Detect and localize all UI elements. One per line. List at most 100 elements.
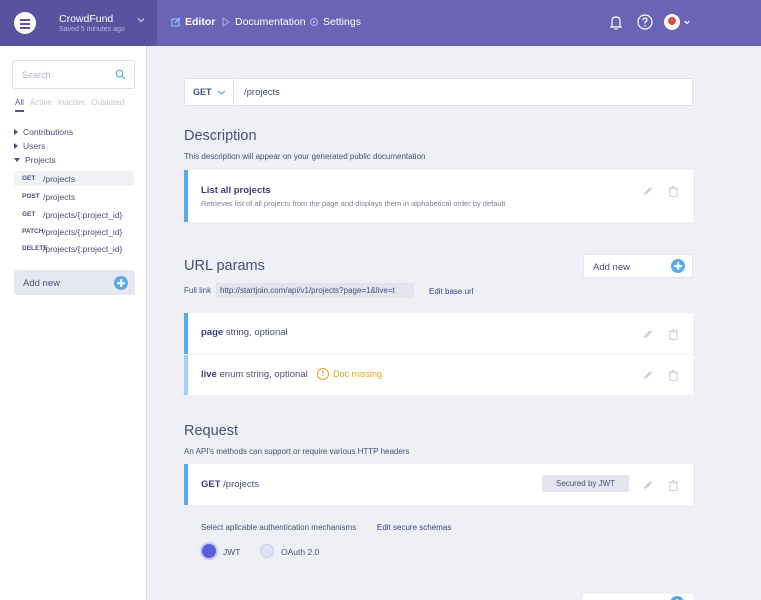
pencil-icon[interactable] [642,369,653,381]
accent-bar [184,313,188,354]
request-card[interactable]: GET /projects Secured by JWT [184,464,693,505]
add-new-label: Add new [23,278,60,289]
endpoint-path: /projects/{:project_id} [43,226,123,237]
endpoint-method: GET [22,211,36,218]
description-card[interactable]: List all projects Retrieves list of all … [184,170,693,222]
accent-bar [184,464,188,505]
description-text: Retrieves list of all projects from the … [201,199,506,208]
endpoint-method: GET [22,175,36,182]
trash-icon[interactable] [668,185,679,197]
project-name: CrowdFund [59,13,114,25]
search-input[interactable]: Search [12,60,135,89]
param-row-page[interactable]: page string, optional [201,327,288,338]
accent-bar [184,170,188,222]
endpoint-method: POST [22,193,40,200]
filter-outdated[interactable]: Outdated [91,98,124,112]
endpoint-item[interactable]: GET /projects/{:project_id} [14,207,134,222]
full-link-label: Full link [184,286,212,295]
nav-documentation[interactable]: Documentation [221,16,306,28]
url-params-card: page string, optional live enum string, … [184,313,693,395]
url-path-input[interactable]: /projects [244,87,280,98]
filter-active[interactable]: Active [30,98,52,112]
tree-item-label: Projects [25,155,56,165]
description-title: List all projects [201,185,271,196]
nav-documentation-label: Documentation [235,16,306,28]
url-params-heading: URL params [184,258,265,274]
sidebar: Search All Active Inactive Outdated Cont… [0,46,147,600]
edit-base-url-link[interactable]: Edit base url [429,287,473,296]
radio-jwt-label: JWT [223,547,241,557]
chevron-down-icon[interactable] [682,17,692,27]
chevron-down-icon[interactable] [135,14,147,26]
caret-right-icon [14,143,18,149]
editor-main: GET /projects Description This descripti… [148,46,761,600]
add-new-endpoint-button[interactable]: Add new [14,270,135,295]
plus-icon [114,276,128,290]
row-divider [184,354,693,355]
endpoint-item[interactable]: PATCH /projects/{:project_id} [14,224,134,239]
trash-icon[interactable] [668,479,679,491]
caret-right-icon [14,129,18,135]
gear-icon [309,17,319,27]
nav-editor-label: Editor [185,16,216,28]
secured-badge: Secured by JWT [542,475,629,492]
url-bar[interactable]: GET /projects [184,78,693,106]
play-icon [222,17,230,27]
endpoint-path: /projects [43,191,76,202]
edit-icon [171,17,181,27]
endpoint-path: /projects/{:project_id} [43,243,123,254]
description-subtitle: This description will appear on your gen… [184,152,426,161]
trash-icon[interactable] [668,369,679,381]
full-link-value[interactable]: http://startjoin.com/api/v1/projects?pag… [216,283,414,298]
endpoint-path: /projects/{:project_id} [43,209,123,220]
warning-text: Doc missing [333,369,383,379]
pencil-icon[interactable] [642,479,653,491]
add-new-label: Add new [593,262,630,273]
request-heading: Request [184,423,239,439]
radio-oauth-label: OAuth 2.0 [281,547,320,557]
caret-down-icon [14,158,20,162]
tree-item-projects[interactable]: Projects [14,155,56,165]
nav-settings[interactable]: Settings [309,16,361,28]
search-icon[interactable] [115,69,126,80]
nav-settings-label: Settings [323,16,361,28]
bell-icon[interactable] [607,13,625,31]
next-section-button[interactable] [583,594,693,600]
description-heading: Description [184,128,257,144]
tree-item-contributions[interactable]: Contributions [14,127,73,137]
method-select[interactable]: GET [185,79,234,105]
plus-icon [670,596,684,600]
tree-item-label: Users [23,141,46,151]
trash-icon[interactable] [668,328,679,340]
request-endpoint: GET /projects [201,479,260,490]
app-logo-icon [14,12,36,34]
search-placeholder: Search [22,70,51,80]
radio-jwt[interactable] [202,544,216,558]
doc-missing-warning: ! Doc missing [317,368,382,380]
method-value: GET [193,87,212,97]
tree-item-users[interactable]: Users [14,141,45,151]
tree-item-label: Contributions [23,127,74,137]
pencil-icon[interactable] [642,185,653,197]
param-row-live[interactable]: live enum string, optional [201,369,308,380]
radio-oauth[interactable] [260,544,274,558]
auth-mechanisms-label: Select aplicable authentication mechanis… [201,523,357,532]
filter-all[interactable]: All [15,98,24,112]
save-status: Saved 5 minutes ago [59,26,125,33]
plus-icon [671,259,685,273]
accent-bar [184,354,188,395]
filter-inactive[interactable]: Inactive [58,98,86,112]
pencil-icon[interactable] [642,328,653,340]
avatar[interactable] [664,14,680,30]
nav-editor[interactable]: Editor [171,16,215,28]
endpoint-item[interactable]: GET /projects [14,171,134,186]
project-switcher[interactable]: CrowdFund Saved 5 minutes ago [0,0,157,46]
request-subtitle: An API's methods can support or require … [184,447,410,456]
help-icon[interactable] [636,13,654,31]
endpoint-path: /projects [43,173,76,184]
add-param-button[interactable]: Add new [583,254,693,278]
endpoint-item[interactable]: DELETE /projects/{:project_id} [14,241,134,256]
endpoint-method: DELETE [22,245,48,252]
edit-secure-schemas-link[interactable]: Edit secure schemas [377,523,451,532]
endpoint-item[interactable]: POST /projects [14,189,134,204]
